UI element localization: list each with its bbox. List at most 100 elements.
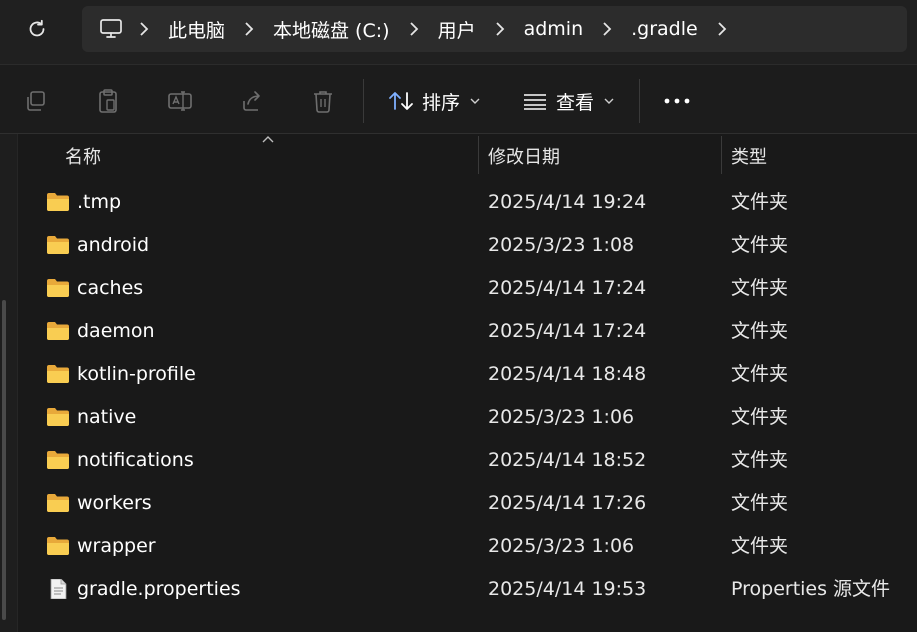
file-type: 文件夹 <box>731 277 789 299</box>
file-name: kotlin-profile <box>77 363 196 385</box>
file-date: 2025/4/14 19:53 <box>488 578 647 600</box>
file-name: gradle.properties <box>77 578 241 600</box>
file-date: 2025/3/23 1:08 <box>488 234 635 256</box>
more-options-button[interactable] <box>660 84 694 118</box>
rename-button[interactable] <box>163 84 197 118</box>
column-header-date[interactable]: 修改日期 <box>488 134 560 178</box>
navigation-pane-edge <box>0 134 18 632</box>
file-type: 文件夹 <box>731 406 789 428</box>
table-row[interactable]: .tmp 2025/4/14 19:24 文件夹 <box>18 181 917 224</box>
table-row[interactable]: caches 2025/4/14 17:24 文件夹 <box>18 267 917 310</box>
view-label: 查看 <box>556 91 595 114</box>
breadcrumb-item-drive-c[interactable]: 本地磁盘 (C:) <box>267 16 396 43</box>
breadcrumb-separator[interactable] <box>231 14 267 44</box>
file-name: caches <box>77 277 144 299</box>
paste-button[interactable] <box>91 84 125 118</box>
table-row[interactable]: android 2025/3/23 1:08 文件夹 <box>18 224 917 267</box>
breadcrumb-separator[interactable] <box>126 14 162 44</box>
chevron-right-icon <box>718 22 726 36</box>
sort-menu-button[interactable]: 排序 <box>388 83 480 119</box>
column-date-label: 修改日期 <box>488 147 560 168</box>
folder-icon <box>47 236 69 254</box>
chevron-right-icon <box>495 22 504 36</box>
toolbar-divider <box>363 79 364 123</box>
folder-icon <box>47 365 69 383</box>
folder-icon <box>47 193 69 211</box>
folder-icon <box>47 322 69 340</box>
document-icon <box>50 579 67 599</box>
file-rows: .tmp 2025/4/14 19:24 文件夹 android 2025/3/23 1… <box>18 181 917 611</box>
file-type: 文件夹 <box>731 234 789 256</box>
refresh-button[interactable] <box>20 12 54 46</box>
breadcrumb-separator[interactable] <box>589 14 625 44</box>
file-list-pane: 名称 修改日期 类型 .tmp 2025/4/14 19:24 文件夹 android… <box>0 134 917 632</box>
chevron-down-icon <box>604 98 614 104</box>
file-date: 2025/4/14 17:26 <box>488 492 647 514</box>
file-name: notifications <box>77 449 194 471</box>
file-date: 2025/4/14 17:24 <box>488 277 647 299</box>
file-name: .tmp <box>77 191 122 213</box>
clipboard-icon <box>99 89 117 113</box>
file-date: 2025/4/14 18:52 <box>488 449 647 471</box>
file-date: 2025/4/14 17:24 <box>488 320 647 342</box>
file-name: wrapper <box>77 535 156 557</box>
file-name: daemon <box>77 320 155 342</box>
folder-icon <box>47 408 69 426</box>
file-date: 2025/3/23 1:06 <box>488 535 635 557</box>
delete-button[interactable] <box>306 84 340 118</box>
file-name: android <box>77 234 150 256</box>
table-row[interactable]: native 2025/3/23 1:06 文件夹 <box>18 396 917 439</box>
table-row[interactable]: notifications 2025/4/14 18:52 文件夹 <box>18 439 917 482</box>
copy-button[interactable] <box>19 84 53 118</box>
file-type: 文件夹 <box>731 363 789 385</box>
folder-icon <box>47 451 69 469</box>
column-header-name[interactable]: 名称 <box>65 134 101 178</box>
this-pc-crumb[interactable] <box>96 14 126 44</box>
column-resize-handle[interactable] <box>478 136 479 174</box>
column-resize-handle[interactable] <box>721 136 722 174</box>
file-type: Properties 源文件 <box>731 578 891 600</box>
scrollbar-thumb[interactable] <box>2 300 6 620</box>
chevron-down-icon <box>470 98 480 104</box>
column-header-type[interactable]: 类型 <box>731 134 767 178</box>
breadcrumb-item-this-pc[interactable]: 此电脑 <box>162 16 231 43</box>
share-icon <box>243 91 260 111</box>
breadcrumb-separator[interactable] <box>482 14 518 44</box>
table-row[interactable]: gradle.properties 2025/4/14 19:53 Properti… <box>18 568 917 611</box>
table-row[interactable]: kotlin-profile 2025/4/14 18:48 文件夹 <box>18 353 917 396</box>
file-type: 文件夹 <box>731 449 789 471</box>
sort-label: 排序 <box>422 91 461 114</box>
file-type: 文件夹 <box>731 535 789 557</box>
list-view-icon <box>524 94 546 110</box>
sort-ascending-icon <box>262 136 274 143</box>
file-date: 2025/4/14 19:24 <box>488 191 647 213</box>
table-row[interactable]: wrapper 2025/3/23 1:06 文件夹 <box>18 525 917 568</box>
share-button[interactable] <box>235 84 269 118</box>
breadcrumb-separator[interactable] <box>396 14 432 44</box>
breadcrumb-item-gradle[interactable]: .gradle <box>625 18 704 40</box>
folder-icon <box>47 494 69 512</box>
toolbar-divider <box>639 79 640 123</box>
chevron-right-icon <box>140 22 149 36</box>
breadcrumb[interactable]: 此电脑 本地磁盘 (C:) 用户 admin .gradle <box>82 6 907 52</box>
breadcrumb-item-users[interactable]: 用户 <box>432 16 482 43</box>
chevron-right-icon <box>409 22 418 36</box>
folder-icon <box>47 279 69 297</box>
table-row[interactable]: workers 2025/4/14 17:26 文件夹 <box>18 482 917 525</box>
view-menu-button[interactable]: 查看 <box>522 83 614 119</box>
more-dots-icon <box>664 98 690 104</box>
chevron-right-icon <box>603 22 612 36</box>
folder-icon <box>47 537 69 555</box>
sort-arrows-icon <box>389 92 413 110</box>
file-name: workers <box>77 492 152 514</box>
rename-icon <box>168 91 192 111</box>
breadcrumb-item-admin[interactable]: admin <box>518 18 590 40</box>
file-type: 文件夹 <box>731 191 789 213</box>
table-row[interactable]: daemon 2025/4/14 17:24 文件夹 <box>18 310 917 353</box>
breadcrumb-expand[interactable] <box>704 14 740 44</box>
file-type: 文件夹 <box>731 492 789 514</box>
column-headers: 名称 修改日期 类型 <box>18 134 917 178</box>
chevron-right-icon <box>245 22 254 36</box>
column-name-label: 名称 <box>65 147 101 168</box>
copy-icon <box>27 91 45 111</box>
